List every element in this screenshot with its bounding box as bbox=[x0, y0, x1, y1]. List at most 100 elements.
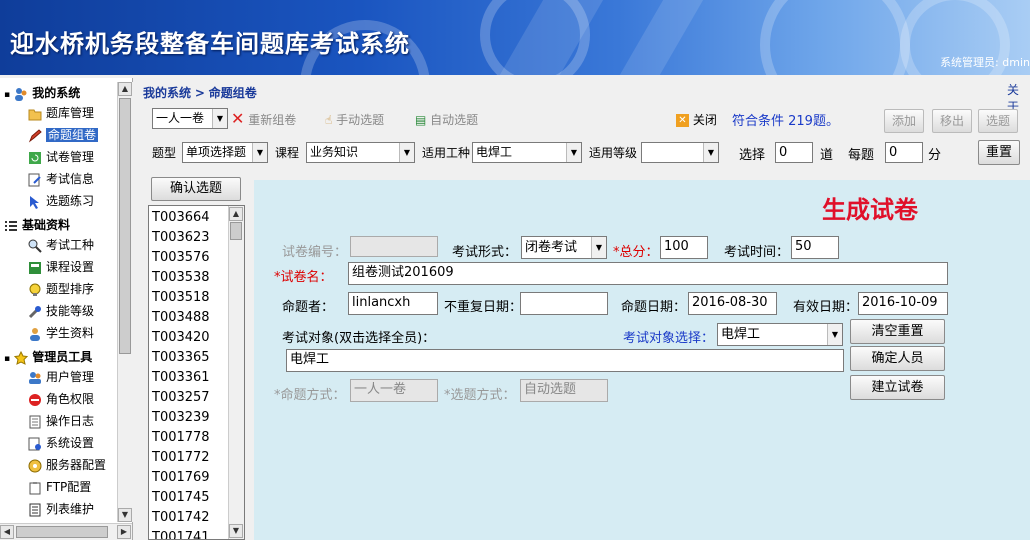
course-select[interactable]: 业务知识 ▼ bbox=[306, 142, 415, 163]
valid-date-label: 有效日期： bbox=[793, 300, 859, 315]
per-score-input[interactable]: 0 bbox=[885, 142, 923, 163]
add-button[interactable]: 添加 bbox=[884, 109, 924, 133]
paper-name-input[interactable]: 组卷测试201609 bbox=[348, 262, 948, 285]
sidebar-item-type-order[interactable]: 题型排序 bbox=[28, 280, 94, 298]
list-item[interactable]: T001769 bbox=[152, 470, 210, 485]
exam-time-input[interactable]: 50 bbox=[791, 236, 839, 259]
compose-date-input[interactable]: 2016-08-30 bbox=[688, 292, 777, 315]
list-item[interactable]: T003576 bbox=[152, 250, 210, 265]
pick-button[interactable]: 选题 bbox=[978, 109, 1018, 133]
scroll-right-icon[interactable]: ▶ bbox=[117, 525, 131, 539]
scroll-left-icon[interactable]: ◀ bbox=[0, 525, 14, 539]
app-banner: 迎水桥机务段整备车间题库考试系统 系统管理员: dmin bbox=[0, 0, 1030, 75]
no-repeat-date-input[interactable] bbox=[520, 292, 608, 315]
total-score-input[interactable]: 100 bbox=[660, 236, 708, 259]
list-item[interactable]: T003488 bbox=[152, 310, 210, 325]
breadcrumb-root[interactable]: 我的系统 bbox=[143, 86, 191, 100]
sidebar-item-job-types[interactable]: 考试工种 bbox=[28, 236, 94, 254]
reset-button[interactable]: 重置 bbox=[978, 140, 1020, 165]
scroll-up-icon[interactable]: ▲ bbox=[229, 207, 243, 221]
sidebar-item-roles[interactable]: 角色权限 bbox=[28, 390, 94, 408]
expand-icon[interactable]: ▪ bbox=[4, 354, 10, 364]
author-input[interactable]: linlancxh bbox=[348, 292, 438, 315]
close-button[interactable]: ✕ 关闭 bbox=[676, 111, 717, 128]
valid-date-input[interactable]: 2016-10-09 bbox=[858, 292, 948, 315]
exam-form-select[interactable]: 闭卷考试 ▼ bbox=[521, 236, 607, 259]
settings-doc-icon bbox=[28, 437, 42, 451]
list-item[interactable]: T001778 bbox=[152, 430, 210, 445]
scroll-thumb[interactable] bbox=[119, 98, 131, 354]
sidebar-group-basic-data[interactable]: 基础资料 bbox=[4, 216, 70, 233]
list-item[interactable]: T003420 bbox=[152, 330, 210, 345]
target-select[interactable]: 电焊工 ▼ bbox=[717, 323, 843, 346]
sidebar-item-practice[interactable]: 选题练习 bbox=[28, 192, 94, 210]
manual-pick-button[interactable]: ☝ 手动选题 bbox=[325, 111, 384, 128]
type-select[interactable]: 单项选择题 ▼ bbox=[182, 142, 268, 163]
sidebar-item-exam-info[interactable]: 考试信息 bbox=[28, 170, 94, 188]
chevron-down-icon: ▼ bbox=[827, 324, 842, 345]
scroll-thumb[interactable] bbox=[16, 526, 108, 538]
remove-button[interactable]: 移出 bbox=[932, 109, 972, 133]
sidebar-item-ftp-config[interactable]: FTP配置 bbox=[28, 478, 91, 496]
exam-target-input[interactable]: 电焊工 bbox=[286, 349, 844, 372]
list-item[interactable]: T001745 bbox=[152, 490, 210, 505]
sidebar-group-admin-tools[interactable]: ▪ 管理员工具 bbox=[4, 348, 92, 365]
sidebar-item-courses[interactable]: 课程设置 bbox=[28, 258, 94, 276]
list-item[interactable]: T001741 bbox=[152, 530, 210, 539]
per-score-unit: 分 bbox=[928, 148, 942, 163]
list-item[interactable]: T003623 bbox=[152, 230, 210, 245]
expand-icon[interactable]: ▪ bbox=[4, 90, 10, 100]
list-item[interactable]: T003365 bbox=[152, 350, 210, 365]
mode-select[interactable]: 一人一卷 ▼ bbox=[152, 108, 228, 129]
edit-doc-icon bbox=[28, 173, 42, 187]
question-list-scrollbar[interactable]: ▲ ▼ bbox=[228, 206, 244, 539]
breadcrumb-current: 命题组卷 bbox=[208, 86, 257, 100]
document-icon bbox=[28, 415, 42, 429]
scroll-up-icon[interactable]: ▲ bbox=[118, 82, 132, 96]
clear-reset-button[interactable]: 清空重置 bbox=[850, 319, 945, 344]
list-item[interactable]: T003518 bbox=[152, 290, 210, 305]
confirm-pick-button[interactable]: 确认选题 bbox=[151, 177, 241, 201]
sidebar-group-my-system[interactable]: ▪ 我的系统 bbox=[4, 84, 80, 101]
chevron-down-icon: ▼ bbox=[566, 143, 581, 162]
list-item[interactable]: T003538 bbox=[152, 270, 210, 285]
sidebar-item-server-config[interactable]: 服务器配置 bbox=[28, 456, 106, 474]
build-paper-button[interactable]: 建立试卷 bbox=[850, 375, 945, 400]
paper-no-input[interactable] bbox=[350, 236, 438, 257]
sidebar-item-skill-level[interactable]: 技能等级 bbox=[28, 302, 94, 320]
generate-paper-panel: 生成试卷 试卷编号： 考试形式： 闭卷考试 ▼ *总分： 100 考试时间： 50… bbox=[254, 180, 1030, 540]
sidebar-item-settings[interactable]: 系统设置 bbox=[28, 434, 94, 452]
sidebar-vertical-scrollbar[interactable]: ▲ ▼ bbox=[117, 82, 133, 522]
regenerate-button[interactable]: ✕ 重新组卷 bbox=[231, 111, 296, 128]
close-icon: ✕ bbox=[676, 114, 689, 127]
pick-method-input[interactable]: 自动选题 bbox=[520, 379, 608, 402]
pick-count-unit: 道 bbox=[820, 148, 834, 163]
list-item[interactable]: T003664 bbox=[152, 210, 210, 225]
sidebar-item-logs[interactable]: 操作日志 bbox=[28, 412, 94, 430]
scroll-down-icon[interactable]: ▼ bbox=[118, 508, 132, 522]
question-list[interactable]: T003664 T003623 T003576 T003538 T003518 T0034… bbox=[148, 205, 245, 540]
compose-method-input[interactable]: 一人一卷 bbox=[350, 379, 438, 402]
level-select[interactable]: ▼ bbox=[641, 142, 719, 163]
clipboard-icon bbox=[28, 481, 42, 495]
pick-count-input[interactable]: 0 bbox=[775, 142, 813, 163]
list-item[interactable]: T001772 bbox=[152, 450, 210, 465]
list-item[interactable]: T001742 bbox=[152, 510, 210, 525]
sidebar-item-students[interactable]: 学生资料 bbox=[28, 324, 94, 342]
list-item[interactable]: T003257 bbox=[152, 390, 210, 405]
job-select[interactable]: 电焊工 ▼ bbox=[472, 142, 582, 163]
list-item[interactable]: T003361 bbox=[152, 370, 210, 385]
sidebar-item-list-maintenance[interactable]: 列表维护 bbox=[28, 500, 94, 518]
list-item[interactable]: T003239 bbox=[152, 410, 210, 425]
sidebar-horizontal-scrollbar[interactable]: ◀ ▶ bbox=[0, 523, 132, 540]
app-title: 迎水桥机务段整备车间题库考试系统 bbox=[10, 30, 410, 58]
scroll-down-icon[interactable]: ▼ bbox=[229, 524, 243, 538]
sidebar-item-papers[interactable]: 试卷管理 bbox=[28, 148, 94, 166]
confirm-people-button[interactable]: 确定人员 bbox=[850, 346, 945, 371]
sidebar-item-question-bank[interactable]: 题库管理 bbox=[28, 104, 94, 122]
sidebar-item-compose[interactable]: 命题组卷 bbox=[28, 126, 99, 144]
auto-pick-button[interactable]: ▤ 自动选题 bbox=[415, 111, 478, 128]
scroll-thumb[interactable] bbox=[230, 222, 242, 240]
sidebar-item-users[interactable]: 用户管理 bbox=[28, 368, 94, 386]
hand-pointer-icon: ☝ bbox=[325, 113, 333, 127]
